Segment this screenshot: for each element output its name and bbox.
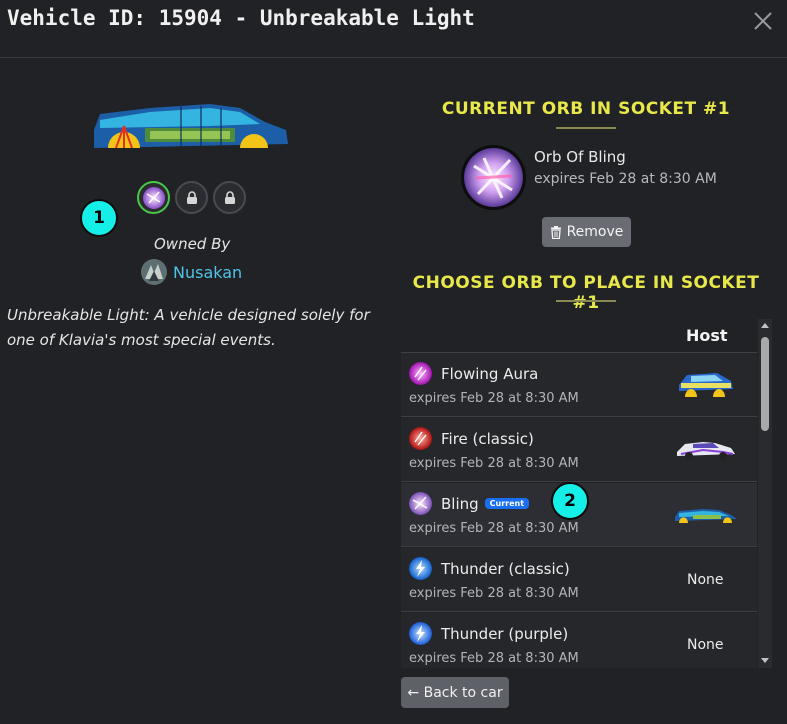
scroll-up-arrow-icon[interactable] [761, 323, 769, 328]
modal-header: Vehicle ID: 15904 - Unbreakable Light [0, 0, 787, 58]
vehicle-description: Unbreakable Light: A vehicle designed so… [7, 306, 370, 349]
owned-by-label: Owned By [154, 235, 231, 253]
orb-expiry: expires Feb 28 at 8:30 AM [409, 456, 579, 471]
host-column-header: Host [686, 326, 728, 345]
remove-button[interactable]: Remove [542, 217, 631, 247]
current-orb-expiry: expires Feb 28 at 8:30 AM [534, 171, 717, 187]
orb-name-with-tag: Bling Current [441, 495, 530, 513]
host-none-text: None [687, 572, 724, 588]
current-orb-heading: CURRENT ORB IN SOCKET #1 [441, 99, 731, 119]
orb-row-thunder-classic[interactable]: Thunder (classic) expires Feb 28 at 8:30… [401, 548, 757, 612]
lock-icon [186, 190, 197, 204]
thunder-orb-icon [409, 557, 432, 580]
orb-expiry: expires Feb 28 at 8:30 AM [409, 391, 579, 406]
choose-orb-heading: CHOOSE ORB TO PLACE IN SOCKET #1 [412, 273, 760, 313]
back-to-car-button[interactable]: ← Back to car [401, 677, 509, 708]
orb-row-flowing-aura[interactable]: Flowing Aura expires Feb 28 at 8:30 AM [401, 353, 757, 417]
owner-name-link[interactable]: Nusakan [173, 263, 242, 282]
vehicle-image [94, 104, 288, 149]
annotation-badge-1: 1 [80, 199, 118, 237]
heading-divider [556, 300, 616, 302]
orb-row-thunder-purple[interactable]: Thunder (purple) expires Feb 28 at 8:30 … [401, 613, 757, 668]
host-car-image [675, 509, 737, 523]
bling-orb-icon [142, 186, 165, 209]
orb-expiry: expires Feb 28 at 8:30 AM [409, 651, 579, 666]
orb-list-header: Host [401, 319, 757, 353]
fire-orb-icon [409, 427, 432, 450]
owner: Nusakan [141, 259, 242, 285]
current-orb-name: Orb Of Bling [534, 148, 626, 166]
host-car-image [677, 442, 735, 460]
orb-name: Bling [441, 495, 479, 513]
lock-icon [224, 190, 235, 204]
thunder-orb-icon [409, 622, 432, 645]
flowing-aura-orb-icon [409, 362, 432, 385]
current-tag: Current [484, 498, 530, 509]
modal-title: Vehicle ID: 15904 - Unbreakable Light [7, 6, 475, 30]
host-car-image [679, 373, 733, 397]
orb-row-fire-classic[interactable]: Fire (classic) expires Feb 28 at 8:30 AM [401, 418, 757, 482]
trash-icon [550, 225, 561, 239]
socket-2[interactable] [175, 181, 208, 214]
orb-name: Thunder (purple) [441, 625, 569, 643]
owner-avatar [141, 259, 167, 285]
heading-divider [556, 127, 616, 129]
current-orb-image [461, 145, 526, 210]
socket-3[interactable] [213, 181, 246, 214]
orb-name: Flowing Aura [441, 365, 539, 383]
orb-expiry: expires Feb 28 at 8:30 AM [409, 521, 579, 536]
orb-list-scrollbar[interactable] [758, 319, 772, 668]
orb-expiry: expires Feb 28 at 8:30 AM [409, 586, 579, 601]
orb-name: Thunder (classic) [441, 560, 570, 578]
annotation-badge-2: 2 [551, 482, 589, 520]
bling-orb-icon [409, 492, 432, 515]
socket-1[interactable] [137, 181, 170, 214]
scroll-down-arrow-icon[interactable] [761, 658, 769, 663]
close-icon[interactable] [752, 10, 774, 32]
remove-button-label: Remove [566, 224, 624, 240]
scroll-thumb[interactable] [761, 337, 769, 431]
orb-name: Fire (classic) [441, 430, 534, 448]
host-none-text: None [687, 637, 724, 653]
